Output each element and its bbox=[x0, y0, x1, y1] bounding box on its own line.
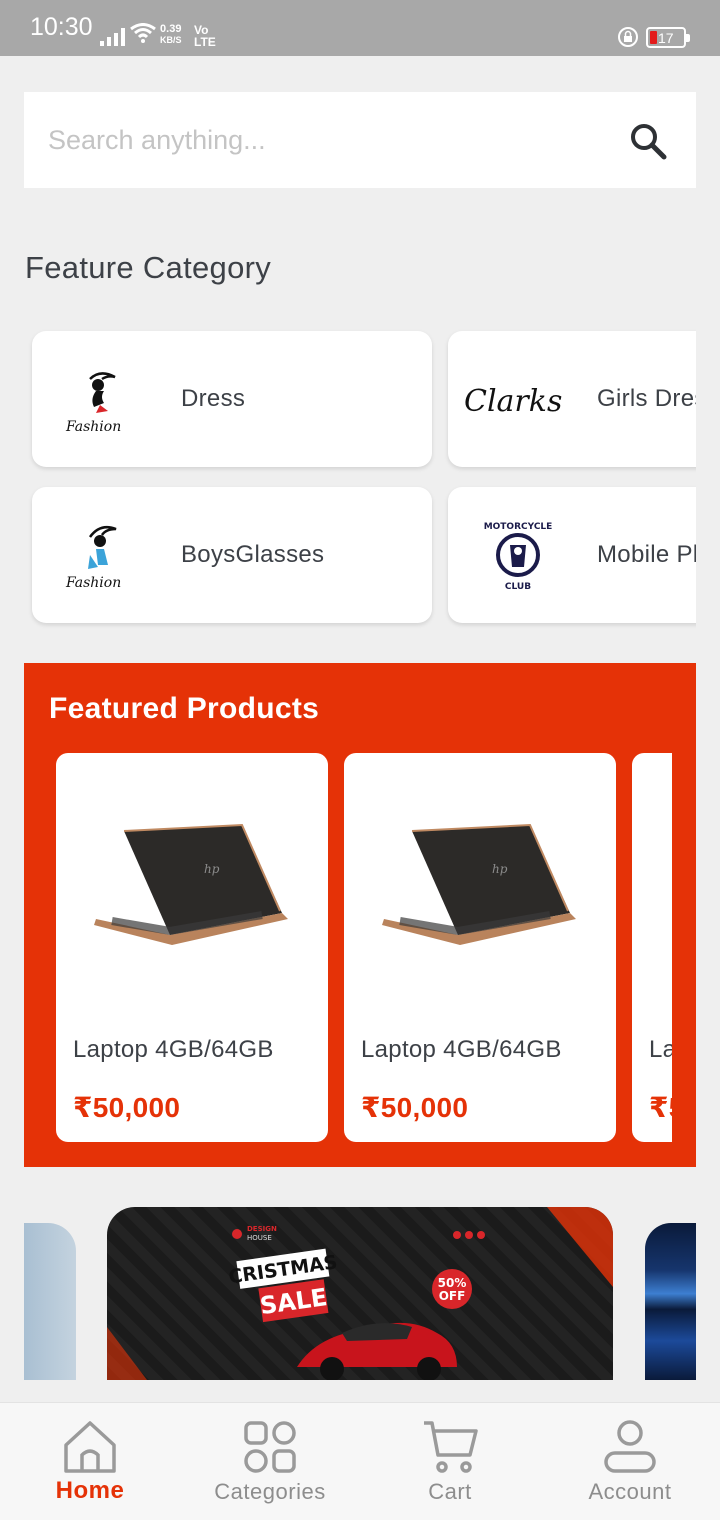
battery-level: 17 bbox=[658, 30, 674, 46]
nav-label: Home bbox=[55, 1477, 125, 1504]
svg-text:DESIGN: DESIGN bbox=[247, 1225, 277, 1233]
search-icon[interactable] bbox=[628, 121, 668, 161]
search-bar[interactable] bbox=[24, 92, 696, 188]
nav-label: Account bbox=[588, 1479, 672, 1504]
category-label: Dress bbox=[181, 385, 246, 412]
fashion-logo-blue: Fashion bbox=[65, 526, 121, 591]
product-price: ₹50,000 bbox=[649, 1092, 672, 1123]
wifi-icon bbox=[130, 23, 156, 43]
fashion-logo-red: Fashion bbox=[65, 372, 121, 435]
account-icon bbox=[604, 1420, 656, 1473]
svg-text:Fashion: Fashion bbox=[65, 575, 121, 591]
svg-text:50%: 50% bbox=[438, 1276, 467, 1290]
nav-categories[interactable]: Categories bbox=[180, 1403, 360, 1520]
category-label: Mobile Phones bbox=[597, 541, 696, 568]
category-card-boys-glasses[interactable]: Fashion BoysGlasses bbox=[32, 487, 432, 623]
category-card-girls-dress[interactable]: Clarks Girls Dress bbox=[448, 331, 696, 467]
product-card[interactable]: hp Laptop 4GB/64GB ₹50,000 bbox=[344, 753, 616, 1142]
clarks-logo: Clarks bbox=[464, 384, 562, 419]
svg-text:OFF: OFF bbox=[439, 1289, 466, 1303]
featured-products-section: Featured Products hp Laptop 4GB/64GB ₹50… bbox=[24, 663, 696, 1167]
product-name: Laptop 4GB/64GB bbox=[649, 1036, 672, 1063]
banner-artwork: DESIGN HOUSE CRISTMAS SALE 50% OFF bbox=[107, 1207, 613, 1380]
net-speed-unit: KB/S bbox=[160, 35, 182, 45]
product-carousel[interactable]: hp Laptop 4GB/64GB ₹50,000 hp Laptop 4GB… bbox=[56, 753, 672, 1143]
product-card[interactable]: hp Laptop 4GB/64GB ₹50,000 bbox=[56, 753, 328, 1142]
category-card-mobile-phones[interactable]: MOTORCYCLE CLUB Mobile Phones bbox=[448, 487, 696, 623]
svg-text:MOTORCYCLE: MOTORCYCLE bbox=[484, 522, 553, 532]
product-name: Laptop 4GB/64GB bbox=[73, 1036, 274, 1063]
battery-icon: 17 bbox=[646, 27, 690, 48]
svg-text:Fashion: Fashion bbox=[65, 419, 121, 435]
category-label: BoysGlasses bbox=[181, 541, 325, 568]
promo-banner-next[interactable] bbox=[645, 1223, 696, 1380]
product-price: ₹50,000 bbox=[361, 1092, 469, 1123]
featured-products-title: Featured Products bbox=[49, 692, 320, 725]
search-input[interactable] bbox=[48, 114, 608, 166]
category-label: Girls Dress bbox=[597, 385, 696, 412]
nav-home[interactable]: Home bbox=[0, 1403, 180, 1520]
motorcycle-club-logo: MOTORCYCLE CLUB bbox=[484, 522, 553, 592]
product-price: ₹50,000 bbox=[73, 1092, 181, 1123]
svg-text:hp: hp bbox=[204, 862, 220, 876]
svg-text:hp: hp bbox=[492, 862, 508, 876]
cart-icon bbox=[424, 1421, 478, 1473]
net-speed-value: 0.39 bbox=[160, 23, 182, 35]
net-speed: 0.39 KB/S bbox=[160, 24, 182, 46]
status-time: 10:30 bbox=[30, 13, 93, 41]
category-carousel[interactable]: Fashion Dress Clarks Girls Dress Fashion… bbox=[24, 320, 696, 632]
laptop-image: hp bbox=[94, 823, 288, 945]
nav-label: Cart bbox=[428, 1479, 472, 1504]
product-card[interactable]: Laptop 4GB/64GB ₹50,000 bbox=[632, 753, 672, 1142]
svg-text:HOUSE: HOUSE bbox=[247, 1234, 272, 1242]
volte-bottom: LTE bbox=[194, 35, 216, 49]
promo-banner-christmas-sale[interactable]: DESIGN HOUSE CRISTMAS SALE 50% OFF bbox=[107, 1207, 613, 1380]
promo-banner-carousel[interactable]: DESIGN HOUSE CRISTMAS SALE 50% OFF bbox=[24, 1206, 696, 1380]
svg-text:Clarks: Clarks bbox=[464, 384, 562, 419]
bottom-navigation: Home Categories Cart Account bbox=[0, 1402, 720, 1520]
product-name: Laptop 4GB/64GB bbox=[361, 1036, 562, 1063]
nav-account[interactable]: Account bbox=[540, 1403, 720, 1520]
laptop-image: hp bbox=[382, 823, 576, 945]
nav-label: Categories bbox=[214, 1479, 326, 1504]
svg-text:CLUB: CLUB bbox=[505, 582, 531, 592]
lock-rotation-icon bbox=[618, 27, 638, 47]
status-bar: 10:30 0.39 KB/S Vo LTE 17 bbox=[0, 0, 720, 56]
nav-cart[interactable]: Cart bbox=[360, 1403, 540, 1520]
category-card-dress[interactable]: Fashion Dress bbox=[32, 331, 432, 467]
volte-indicator: Vo LTE bbox=[194, 24, 216, 48]
feature-category-title: Feature Category bbox=[25, 250, 272, 285]
promo-banner-prev[interactable] bbox=[24, 1223, 76, 1380]
signal-icon bbox=[100, 28, 125, 46]
categories-icon bbox=[244, 1421, 296, 1473]
home-icon bbox=[64, 1421, 116, 1473]
